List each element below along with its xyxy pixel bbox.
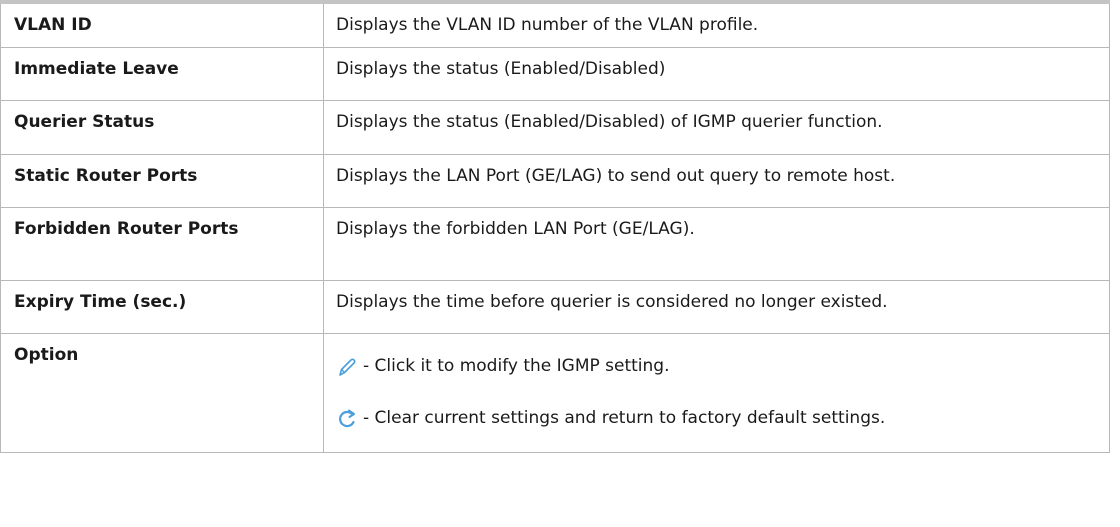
- row-description: Displays the status (Enabled/Disabled): [323, 46, 1110, 101]
- row-term: Querier Status: [0, 99, 324, 155]
- option-refresh-text: - Clear current settings and return to f…: [363, 407, 886, 428]
- row-description: Displays the status (Enabled/Disabled) o…: [323, 99, 1110, 155]
- row-term: Forbidden Router Ports: [0, 206, 324, 281]
- refresh-icon: [336, 407, 358, 431]
- row-term: Static Router Ports: [0, 153, 324, 208]
- option-refresh-line: - Clear current settings and return to f…: [336, 396, 1109, 431]
- edit-pencil-icon: [336, 355, 358, 379]
- table-row: Forbidden Router Ports Displays the forb…: [0, 206, 1110, 281]
- row-term: Immediate Leave: [0, 46, 324, 101]
- table-row: VLAN ID Displays the VLAN ID number of t…: [0, 0, 1110, 48]
- table-row: Immediate Leave Displays the status (Ena…: [0, 46, 1110, 101]
- table-row: Querier Status Displays the status (Enab…: [0, 99, 1110, 155]
- table-row: Option - Click it to modify the IGMP set…: [0, 332, 1110, 453]
- row-description: Displays the time before querier is cons…: [323, 279, 1110, 334]
- option-description-cell: - Click it to modify the IGMP setting. -…: [323, 332, 1110, 453]
- row-term: VLAN ID: [0, 0, 324, 48]
- table-row: Static Router Ports Displays the LAN Por…: [0, 153, 1110, 208]
- row-description: Displays the LAN Port (GE/LAG) to send o…: [323, 153, 1110, 208]
- igmp-description-table: VLAN ID Displays the VLAN ID number of t…: [0, 0, 1110, 453]
- option-edit-text: - Click it to modify the IGMP setting.: [363, 355, 670, 376]
- row-term: Option: [0, 332, 324, 453]
- option-edit-line: - Click it to modify the IGMP setting.: [336, 344, 1109, 379]
- row-description: Displays the VLAN ID number of the VLAN …: [323, 0, 1110, 48]
- row-term: Expiry Time (sec.): [0, 279, 324, 334]
- table-row: Expiry Time (sec.) Displays the time bef…: [0, 279, 1110, 334]
- row-description: Displays the forbidden LAN Port (GE/LAG)…: [323, 206, 1110, 281]
